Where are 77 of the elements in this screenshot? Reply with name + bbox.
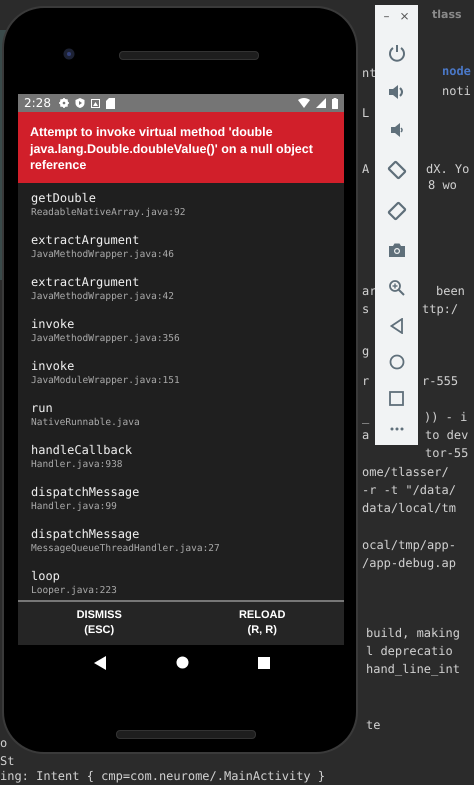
more-icon[interactable] bbox=[390, 426, 404, 431]
method-name: dispatchMessage bbox=[31, 484, 140, 500]
terminal-text: ar bbox=[362, 284, 376, 299]
terminal-text: to dev bbox=[425, 428, 468, 443]
method-name: dispatchMessage bbox=[31, 526, 140, 542]
clock: 2:28 bbox=[24, 96, 51, 110]
file-location: Looper.java:223 bbox=[31, 584, 118, 598]
terminal-text: r-555 bbox=[422, 374, 458, 389]
terminal-text: o bbox=[0, 736, 8, 751]
file-location: JavaMethodWrapper.java:356 bbox=[31, 332, 181, 346]
shield-icon bbox=[74, 98, 85, 108]
image-icon bbox=[90, 98, 100, 108]
method-name: run bbox=[31, 400, 54, 416]
home-icon[interactable] bbox=[176, 656, 188, 669]
wifi-icon bbox=[298, 98, 310, 108]
camera-icon[interactable] bbox=[388, 242, 406, 258]
method-name: extractArgument bbox=[31, 274, 140, 290]
close-button[interactable]: × bbox=[397, 9, 412, 23]
terminal-text: St bbox=[0, 754, 14, 769]
terminal-text: ttp:/ bbox=[422, 302, 458, 317]
signal-icon bbox=[316, 98, 326, 108]
method-name: handleCallback bbox=[31, 442, 134, 458]
terminal-text: ome/tlasser/ bbox=[362, 465, 449, 480]
terminal-text: been bbox=[436, 284, 465, 299]
terminal-text: te bbox=[366, 718, 380, 733]
file-location: JavaMethodWrapper.java:46 bbox=[31, 248, 175, 262]
file-location: JavaModuleWrapper.java:151 bbox=[31, 374, 181, 388]
method-name: invoke bbox=[31, 358, 76, 374]
terminal-text: )) - i bbox=[424, 410, 468, 425]
terminal-text: data/local/tm bbox=[362, 501, 456, 516]
method-name: loop bbox=[31, 568, 61, 584]
minimize-button[interactable]: – bbox=[381, 9, 392, 23]
terminal-text: g bbox=[362, 344, 370, 359]
action-button[interactable]: DISMISS (ESC) bbox=[68, 606, 130, 640]
gear-icon bbox=[58, 98, 69, 108]
camera-icon bbox=[63, 48, 75, 60]
file-location: Handler.java:938 bbox=[31, 458, 124, 472]
terminal-text: build, making bbox=[366, 626, 460, 641]
rotate-right-icon[interactable] bbox=[386, 201, 406, 222]
battery-icon bbox=[332, 98, 338, 108]
rotate-left-icon[interactable] bbox=[386, 160, 406, 180]
volume-up-icon[interactable] bbox=[388, 82, 406, 101]
terminal-text: node bbox=[442, 64, 471, 79]
error-message: Attempt to invoke virtual method 'double java.lang.Double.doubleValue()' on a null object reference bbox=[30, 124, 314, 174]
window-title: tlass bbox=[432, 8, 462, 21]
overview-icon[interactable] bbox=[258, 656, 270, 668]
terminal-text: hand_line_int bbox=[366, 662, 460, 677]
volume-down-icon[interactable] bbox=[390, 121, 404, 140]
terminal-text: -r -t "/data/ bbox=[362, 483, 456, 498]
sd-card-icon bbox=[106, 98, 115, 108]
method-name: getDouble bbox=[31, 190, 98, 206]
back-icon[interactable] bbox=[92, 656, 106, 670]
terminal-text: /app-debug.ap bbox=[362, 556, 456, 571]
terminal-text: 8 wo bbox=[428, 178, 457, 193]
terminal-text: dX. Yo bbox=[426, 162, 470, 177]
terminal-text: s bbox=[362, 302, 370, 317]
terminal-text: l deprecatio bbox=[366, 644, 453, 659]
terminal-text: tor-55 bbox=[425, 446, 468, 461]
method-name: extractArgument bbox=[31, 232, 140, 248]
method-name: invoke bbox=[31, 316, 76, 332]
terminal-text: _ bbox=[362, 410, 370, 425]
terminal-text: r bbox=[362, 374, 370, 389]
action-button[interactable]: RELOAD (R, R) bbox=[230, 606, 294, 640]
zoom-in-icon[interactable] bbox=[388, 278, 406, 297]
terminal-text: noti bbox=[442, 84, 471, 99]
power-icon[interactable] bbox=[388, 44, 406, 62]
file-location: ReadableNativeArray.java:92 bbox=[31, 206, 186, 220]
terminal-text: a bbox=[362, 428, 370, 443]
file-location: Handler.java:99 bbox=[31, 500, 118, 514]
terminal-text: L bbox=[362, 106, 370, 121]
file-location: MessageQueueThreadHandler.java:27 bbox=[31, 542, 221, 556]
terminal-text: ocal/tmp/app- bbox=[362, 538, 456, 553]
terminal-text: ing: Intent { cmp=com.neurome/.MainActivity } bbox=[0, 769, 326, 784]
file-location: JavaMethodWrapper.java:42 bbox=[31, 290, 175, 304]
terminal-text: A bbox=[362, 162, 370, 177]
terminal-text: nt bbox=[362, 66, 376, 81]
file-location: NativeRunnable.java bbox=[31, 416, 141, 430]
